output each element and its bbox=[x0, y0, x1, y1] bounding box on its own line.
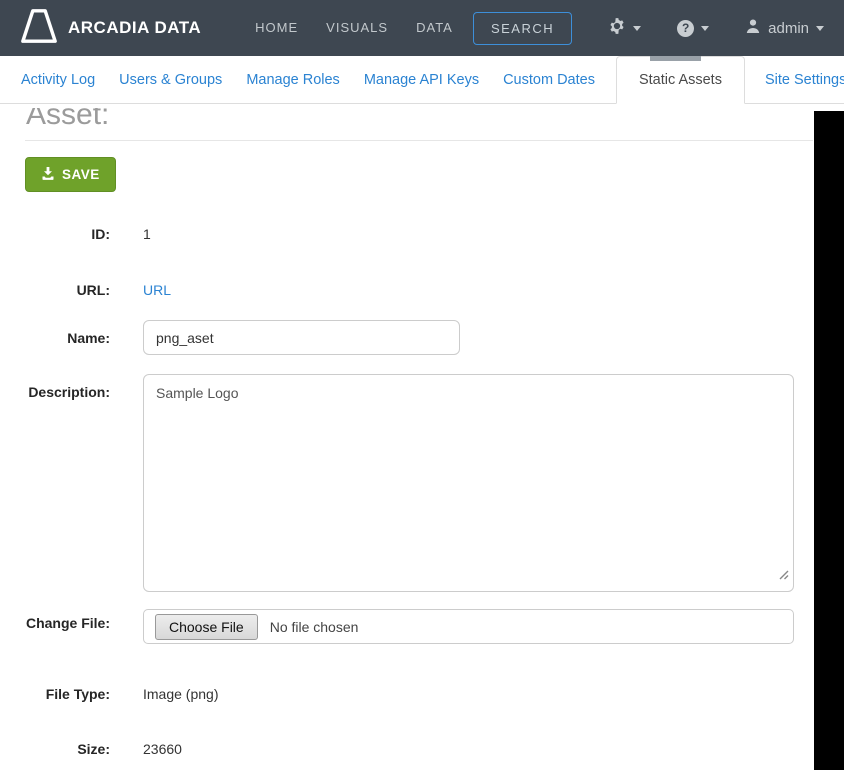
description-label: Description: bbox=[28, 384, 110, 400]
nav-item-home[interactable]: HOME bbox=[241, 0, 312, 56]
brand[interactable]: ARCADIA DATA bbox=[20, 6, 201, 51]
file-type-value: Image (png) bbox=[143, 686, 219, 702]
file-input[interactable]: Choose File No file chosen bbox=[143, 609, 794, 644]
url-label: URL: bbox=[76, 282, 110, 298]
size-row: Size: 23660 bbox=[25, 739, 813, 759]
tab-manage-roles[interactable]: Manage Roles bbox=[234, 56, 352, 103]
asset-detail-panel: Asset: SAVE ID: 1 URL: URL Name: Descrip… bbox=[0, 104, 844, 759]
settings-tab-bar: Activity Log Users & Groups Manage Roles… bbox=[0, 56, 844, 104]
resize-grip-icon[interactable] bbox=[778, 567, 789, 585]
description-row: Description: Sample Logo bbox=[25, 374, 813, 592]
settings-menu-active-indicator bbox=[650, 56, 701, 61]
search-button[interactable]: SEARCH bbox=[472, 11, 573, 45]
save-button[interactable]: SAVE bbox=[25, 157, 116, 192]
help-dropdown[interactable]: ? bbox=[677, 19, 710, 37]
file-type-label: File Type: bbox=[45, 686, 110, 702]
navbar-right: SEARCH ? admin bbox=[472, 11, 824, 45]
nav-item-visuals[interactable]: VISUALS bbox=[312, 0, 402, 56]
save-button-label: SAVE bbox=[62, 167, 100, 182]
gear-icon bbox=[608, 17, 626, 40]
screenshot-black-strip bbox=[814, 111, 844, 770]
tab-users-groups[interactable]: Users & Groups bbox=[107, 56, 234, 103]
user-icon bbox=[745, 18, 761, 39]
caret-down-icon bbox=[701, 25, 710, 31]
id-label: ID: bbox=[91, 226, 110, 242]
file-type-row: File Type: Image (png) bbox=[25, 684, 813, 704]
tab-site-settings[interactable]: Site Settings bbox=[753, 56, 844, 103]
top-navbar: ARCADIA DATA HOME VISUALS DATA SEARCH ? bbox=[0, 0, 844, 56]
url-link[interactable]: URL bbox=[143, 280, 171, 300]
asset-form: ID: 1 URL: URL Name: Description: Sample… bbox=[25, 224, 813, 759]
tab-static-assets[interactable]: Static Assets bbox=[615, 56, 745, 104]
file-chosen-status: No file chosen bbox=[269, 618, 359, 635]
tab-activity-log[interactable]: Activity Log bbox=[9, 56, 107, 103]
page-title-clip: Asset: bbox=[25, 108, 813, 138]
user-dropdown[interactable]: admin bbox=[745, 18, 824, 39]
url-row: URL: URL bbox=[25, 280, 813, 300]
main-nav: HOME VISUALS DATA bbox=[241, 0, 467, 56]
tab-manage-api-keys[interactable]: Manage API Keys bbox=[352, 56, 491, 103]
title-divider bbox=[25, 140, 813, 141]
settings-dropdown[interactable] bbox=[608, 17, 642, 40]
name-row: Name: bbox=[25, 320, 813, 355]
id-value: 1 bbox=[143, 226, 151, 242]
description-textarea[interactable]: Sample Logo bbox=[143, 374, 794, 592]
size-label: Size: bbox=[77, 741, 110, 757]
caret-down-icon bbox=[633, 25, 642, 31]
tab-custom-dates[interactable]: Custom Dates bbox=[491, 56, 607, 103]
user-name-label: admin bbox=[768, 19, 809, 37]
help-icon: ? bbox=[677, 19, 695, 37]
nav-item-data[interactable]: DATA bbox=[402, 0, 467, 56]
size-value: 23660 bbox=[143, 741, 182, 757]
change-file-label: Change File: bbox=[25, 615, 110, 631]
description-textarea-wrap: Sample Logo bbox=[143, 374, 794, 592]
caret-down-icon bbox=[816, 25, 824, 31]
change-file-row: Change File: Choose File No file chosen bbox=[25, 609, 813, 644]
save-download-icon bbox=[41, 166, 55, 183]
name-input[interactable] bbox=[143, 320, 460, 355]
choose-file-button[interactable]: Choose File bbox=[155, 613, 258, 640]
brand-name: ARCADIA DATA bbox=[68, 18, 202, 37]
arcadia-logo-icon bbox=[20, 6, 58, 51]
name-label: Name: bbox=[67, 329, 110, 346]
id-row: ID: 1 bbox=[25, 224, 813, 244]
page-title: Asset: bbox=[26, 108, 110, 131]
